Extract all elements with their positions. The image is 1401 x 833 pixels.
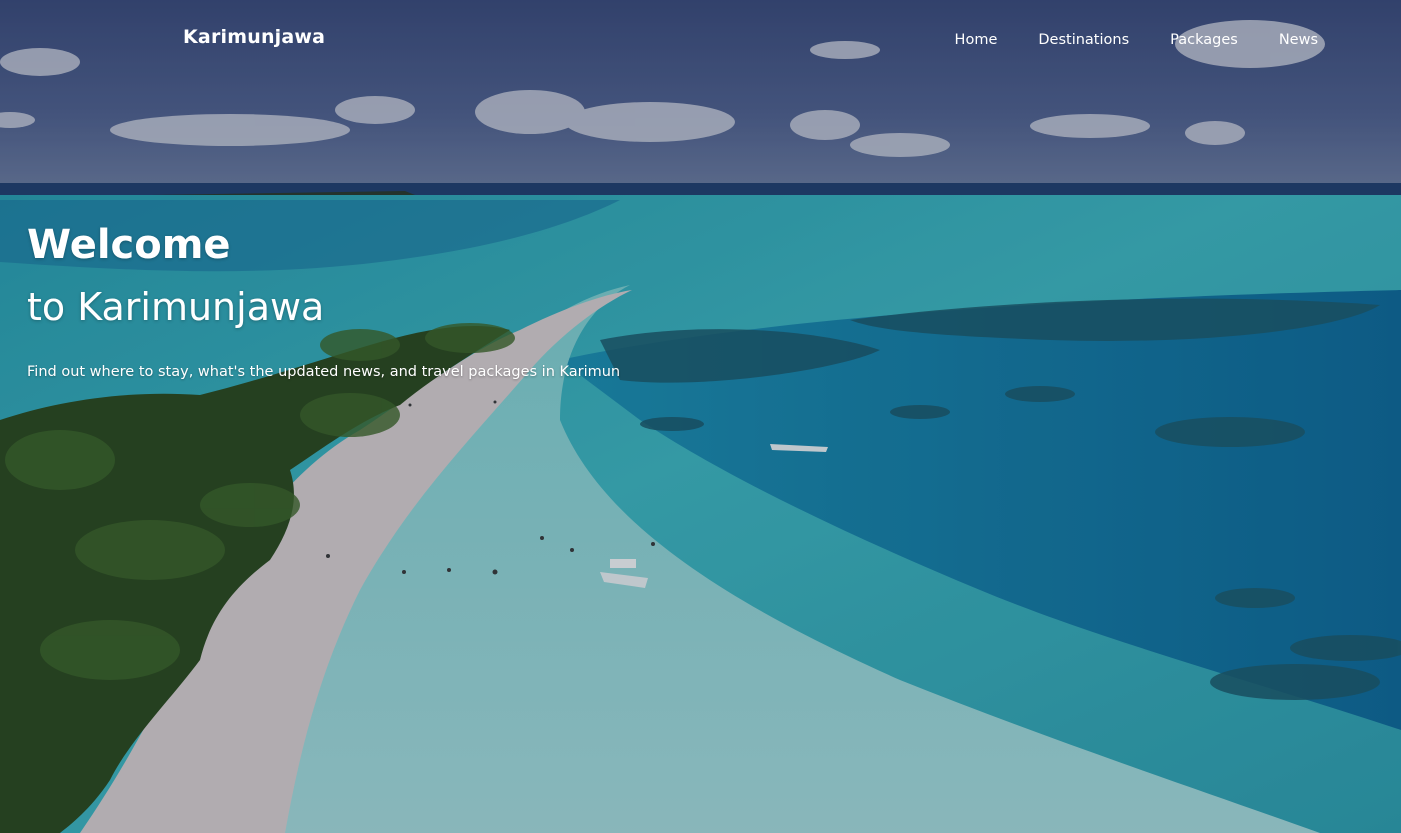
- nav-link-news[interactable]: News: [1279, 32, 1318, 48]
- nav-item-packages: Packages: [1170, 29, 1238, 48]
- top-navigation: Karimunjawa Home Destinations Packages N…: [0, 0, 1401, 76]
- hero-subtitle: to Karimunjawa: [27, 285, 325, 329]
- hero-section: [0, 0, 1401, 833]
- nav-item-destinations: Destinations: [1038, 29, 1129, 48]
- hero-overlay: [0, 0, 1401, 833]
- nav-menu: Home Destinations Packages News: [955, 29, 1318, 48]
- nav-item-home: Home: [955, 29, 998, 48]
- nav-link-home[interactable]: Home: [955, 32, 998, 48]
- nav-link-packages[interactable]: Packages: [1170, 32, 1238, 48]
- brand-logo-link[interactable]: Karimunjawa: [183, 26, 325, 48]
- nav-item-news: News: [1279, 29, 1318, 48]
- hero-title: Welcome: [27, 222, 231, 268]
- hero-text-block: Welcome to Karimunjawa Find out where to…: [27, 220, 620, 382]
- nav-link-destinations[interactable]: Destinations: [1038, 32, 1129, 48]
- hero-tagline: Find out where to stay, what's the updat…: [27, 364, 621, 380]
